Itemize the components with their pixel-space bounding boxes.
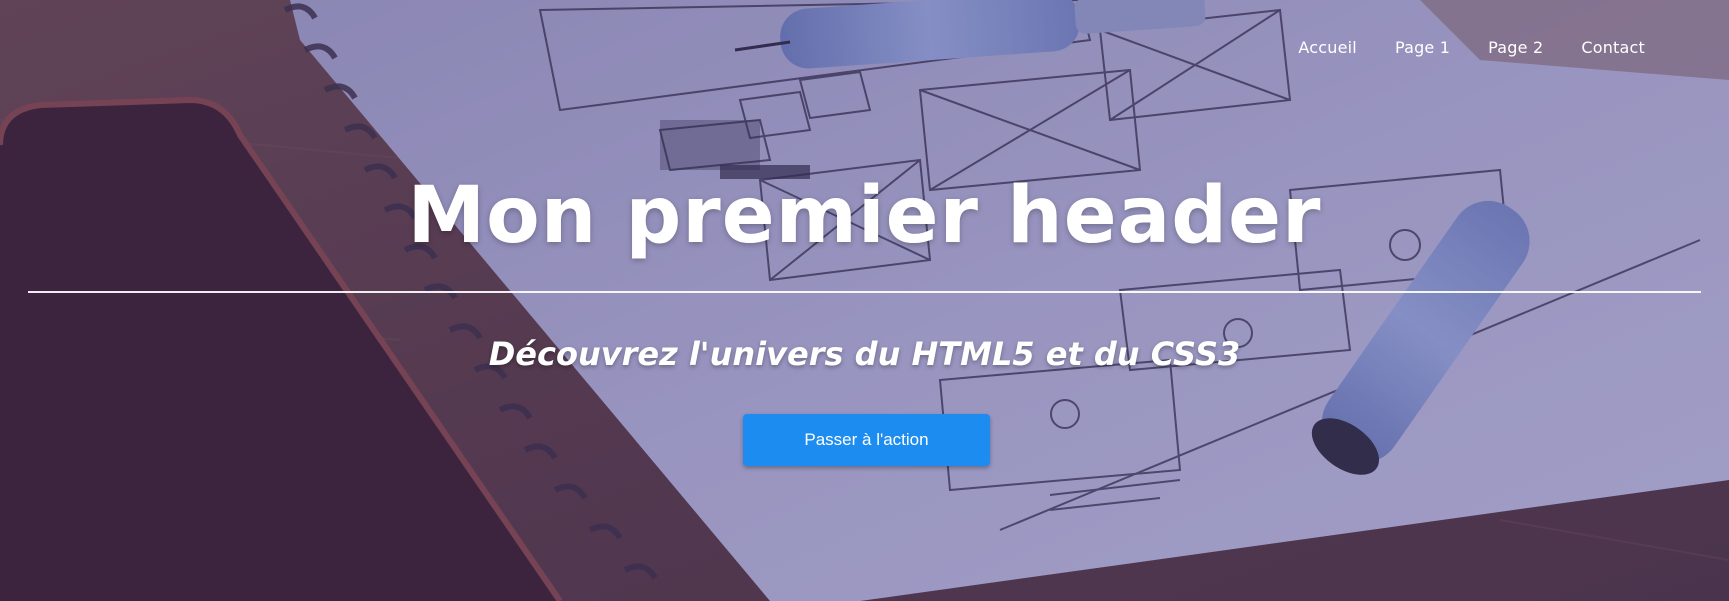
nav-item-accueil[interactable]: Accueil	[1279, 38, 1376, 57]
hero-header: Accueil Page 1 Page 2 Contact Mon premie…	[0, 0, 1729, 601]
nav-item-page-2[interactable]: Page 2	[1469, 38, 1562, 57]
call-to-action-button[interactable]: Passer à l'action	[743, 414, 990, 466]
page-subtitle: Découvrez l'univers du HTML5 et du CSS3	[488, 335, 1241, 373]
title-divider	[28, 291, 1701, 293]
nav-item-page-1[interactable]: Page 1	[1376, 38, 1469, 57]
color-overlay	[0, 0, 1729, 601]
nav-item-contact[interactable]: Contact	[1562, 38, 1645, 57]
page-title: Mon premier header	[407, 171, 1322, 261]
main-nav: Accueil Page 1 Page 2 Contact	[1279, 38, 1645, 57]
